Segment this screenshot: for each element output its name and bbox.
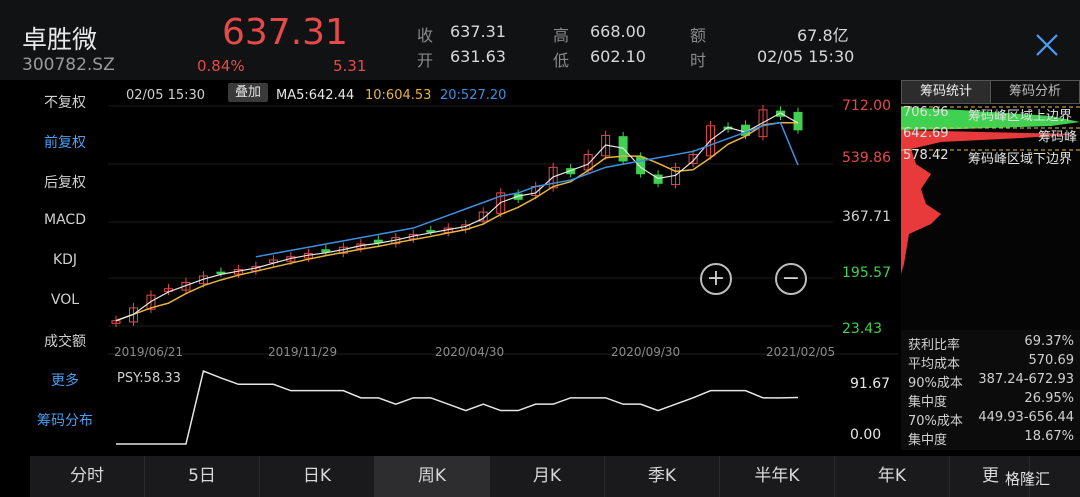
date-label: 2019/11/29 [268,345,338,359]
stock-code: 300782.SZ [22,55,115,75]
psy-label: PSY:58.33 [117,371,181,386]
stock-name: 卓胜微 [22,25,98,54]
close-label: 收 [417,26,434,45]
candle [636,156,646,175]
ma10-legend: 10:604.53 [365,88,432,103]
chip-upper-label: 筹码峰区域上边界 [968,109,1073,124]
tab-intraday[interactable]: 分时 [30,456,145,497]
chip-peak-label: 筹码峰 [1038,130,1078,145]
close-value: 637.31 [450,22,506,41]
menu-more[interactable]: 更多 [22,370,108,390]
price-axis-label: 539.86 [842,150,891,166]
date-label: 2020/04/30 [435,345,505,359]
stat-value: 570.69 [1028,353,1075,368]
time-value: 02/05 15:30 [757,47,855,66]
stat-label: 集中度 [908,395,948,410]
menu-backward-adjust[interactable]: 后复权 [22,172,108,192]
chip-upper-price: 706.96 [903,105,949,120]
menu-forward-adjust[interactable]: 前复权 [22,132,108,152]
price-axis-label: 367.71 [842,209,891,225]
amount-label: 额 [690,26,707,45]
time-label: 时 [690,51,707,70]
stat-label: 集中度 [908,433,948,448]
open-label: 开 [417,51,434,70]
stat-value: 449.93-656.44 [978,410,1074,425]
tab-year-k[interactable]: 年K [835,456,950,497]
tab-chip-analysis[interactable]: 筹码分析 [990,80,1080,104]
zoom-in-button[interactable]: + [700,263,732,295]
current-price: 637.31 [222,12,348,53]
menu-no-adjust[interactable]: 不复权 [22,92,108,112]
tab-chip-stats[interactable]: 筹码统计 [901,80,991,104]
menu-macd[interactable]: MACD [22,212,108,228]
psy-axis-label: 91.67 [850,376,891,392]
high-label: 高 [553,26,570,45]
watermark-logo: 格隆汇 [1005,470,1051,488]
chip-peak-price: 642.69 [903,126,949,141]
candle [373,239,383,243]
overlay-button[interactable]: 叠加 [228,83,268,102]
tab-quarter-k[interactable]: 季K [605,456,720,497]
ma20-legend: 20:527.20 [440,88,507,103]
chip-lower-label: 筹码峰区域下边界 [968,152,1073,167]
candle [321,249,331,253]
change-percent: 0.84% [197,57,245,75]
menu-chip-distribution[interactable]: 筹码分布 [22,410,108,430]
date-label: 2021/02/05 [766,345,836,359]
stat-value: 69.37% [1024,334,1074,349]
stat-value: 26.95% [1024,391,1074,406]
close-icon[interactable] [1030,28,1064,62]
chip-lower-price: 578.42 [903,148,949,163]
tab-day-k[interactable]: 日K [260,456,375,497]
quote-header [0,0,1080,80]
date-label: 2019/06/21 [114,345,184,359]
price-axis-label: 712.00 [842,98,891,114]
tab-5day[interactable]: 5日 [145,456,260,497]
stat-label: 90%成本 [908,376,963,391]
stat-value: 387.24-672.93 [978,372,1074,387]
stat-label: 获利比率 [908,338,961,353]
date-label: 2020/09/30 [611,345,681,359]
tab-week-k[interactable]: 周K [375,456,490,497]
low-label: 低 [553,51,570,70]
menu-vol[interactable]: VOL [22,292,108,308]
menu-turnover[interactable]: 成交额 [22,331,108,351]
zoom-out-button[interactable]: − [775,263,807,295]
psy-axis-label: 0.00 [850,427,882,443]
amount-value: 67.8亿 [797,26,849,45]
change-amount: 5.31 [333,57,367,75]
tab-month-k[interactable]: 月K [490,456,605,497]
tab-halfyear-k[interactable]: 半年K [720,456,835,497]
stat-label: 平均成本 [908,357,961,372]
price-axis-label: 23.43 [842,321,883,337]
stat-label: 70%成本 [908,414,963,429]
low-value: 602.10 [590,47,646,66]
high-value: 668.00 [590,22,646,41]
legend-time: 02/05 15:30 [126,88,206,103]
price-axis-label: 195.57 [842,265,891,281]
stat-value: 18.67% [1024,429,1074,444]
menu-kdj[interactable]: KDJ [22,252,108,268]
open-value: 631.63 [450,47,506,66]
ma5-legend: MA5:642.44 [276,88,355,103]
